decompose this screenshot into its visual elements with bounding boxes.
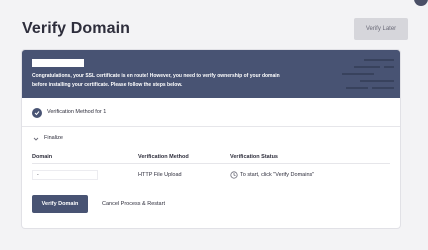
domain-value: - <box>37 172 39 178</box>
status-value: To start, click "Verify Domains" <box>240 172 315 178</box>
verification-method-row[interactable]: Verification Method for 1 <box>22 99 400 127</box>
check-circle-icon <box>32 108 42 118</box>
finalize-label: Finalize <box>44 135 63 141</box>
redacted-heading <box>32 59 84 67</box>
avatar[interactable] <box>414 0 428 6</box>
verification-card: Congratulations, your SSL certificate is… <box>22 50 400 228</box>
verify-later-button[interactable]: Verify Later <box>354 18 408 40</box>
column-verification-status: Verification Status <box>230 154 278 160</box>
chevron-down-icon <box>33 137 39 141</box>
column-domain: Domain <box>32 154 53 160</box>
cancel-restart-link[interactable]: Cancel Process & Restart <box>102 201 165 207</box>
method-value: HTTP File Upload <box>138 172 182 178</box>
page-title: Verify Domain <box>22 20 131 37</box>
banner-message: Congratulations, your SSL certificate is… <box>32 73 280 88</box>
banner-decoration <box>342 59 394 89</box>
verify-domain-button[interactable]: Verify Domain <box>32 195 88 213</box>
page-header: Verify Domain Verify Later <box>20 18 408 42</box>
table-header: Domain Verification Method Verification … <box>32 154 390 164</box>
domain-cell: - <box>32 170 98 180</box>
column-verification-method: Verification Method <box>138 154 189 160</box>
table-row: - HTTP File Upload To start, click "Veri… <box>32 170 390 182</box>
clock-icon <box>230 171 238 179</box>
ssl-banner: Congratulations, your SSL certificate is… <box>22 50 400 98</box>
verification-method-label: Verification Method for 1 <box>47 109 107 115</box>
